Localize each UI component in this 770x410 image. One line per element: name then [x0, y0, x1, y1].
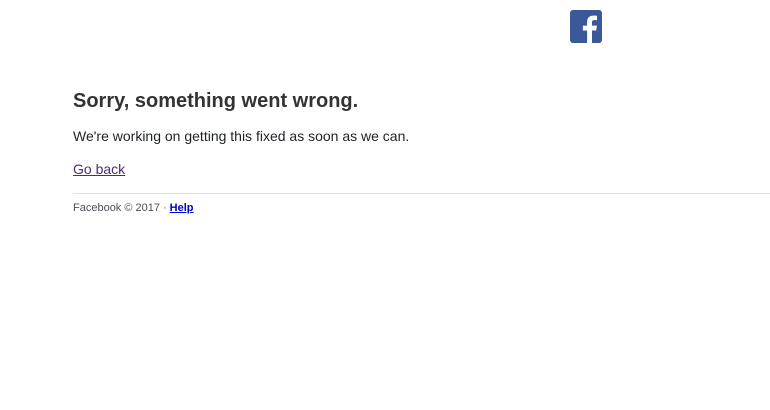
- error-content: Sorry, something went wrong. We're worki…: [73, 89, 770, 179]
- facebook-f-glyph: [582, 15, 597, 43]
- footer-copyright: Facebook © 2017: [73, 202, 160, 214]
- error-title: Sorry, something went wrong.: [73, 90, 359, 112]
- footer: Facebook © 2017 · Help: [73, 201, 194, 215]
- footer-divider: [73, 193, 770, 194]
- error-message: We're working on getting this fixed as s…: [73, 128, 410, 144]
- footer-separator: ·: [163, 202, 167, 214]
- help-link[interactable]: Help: [170, 202, 194, 214]
- go-back-link[interactable]: Go back: [73, 160, 125, 178]
- facebook-logo-icon[interactable]: [570, 10, 602, 43]
